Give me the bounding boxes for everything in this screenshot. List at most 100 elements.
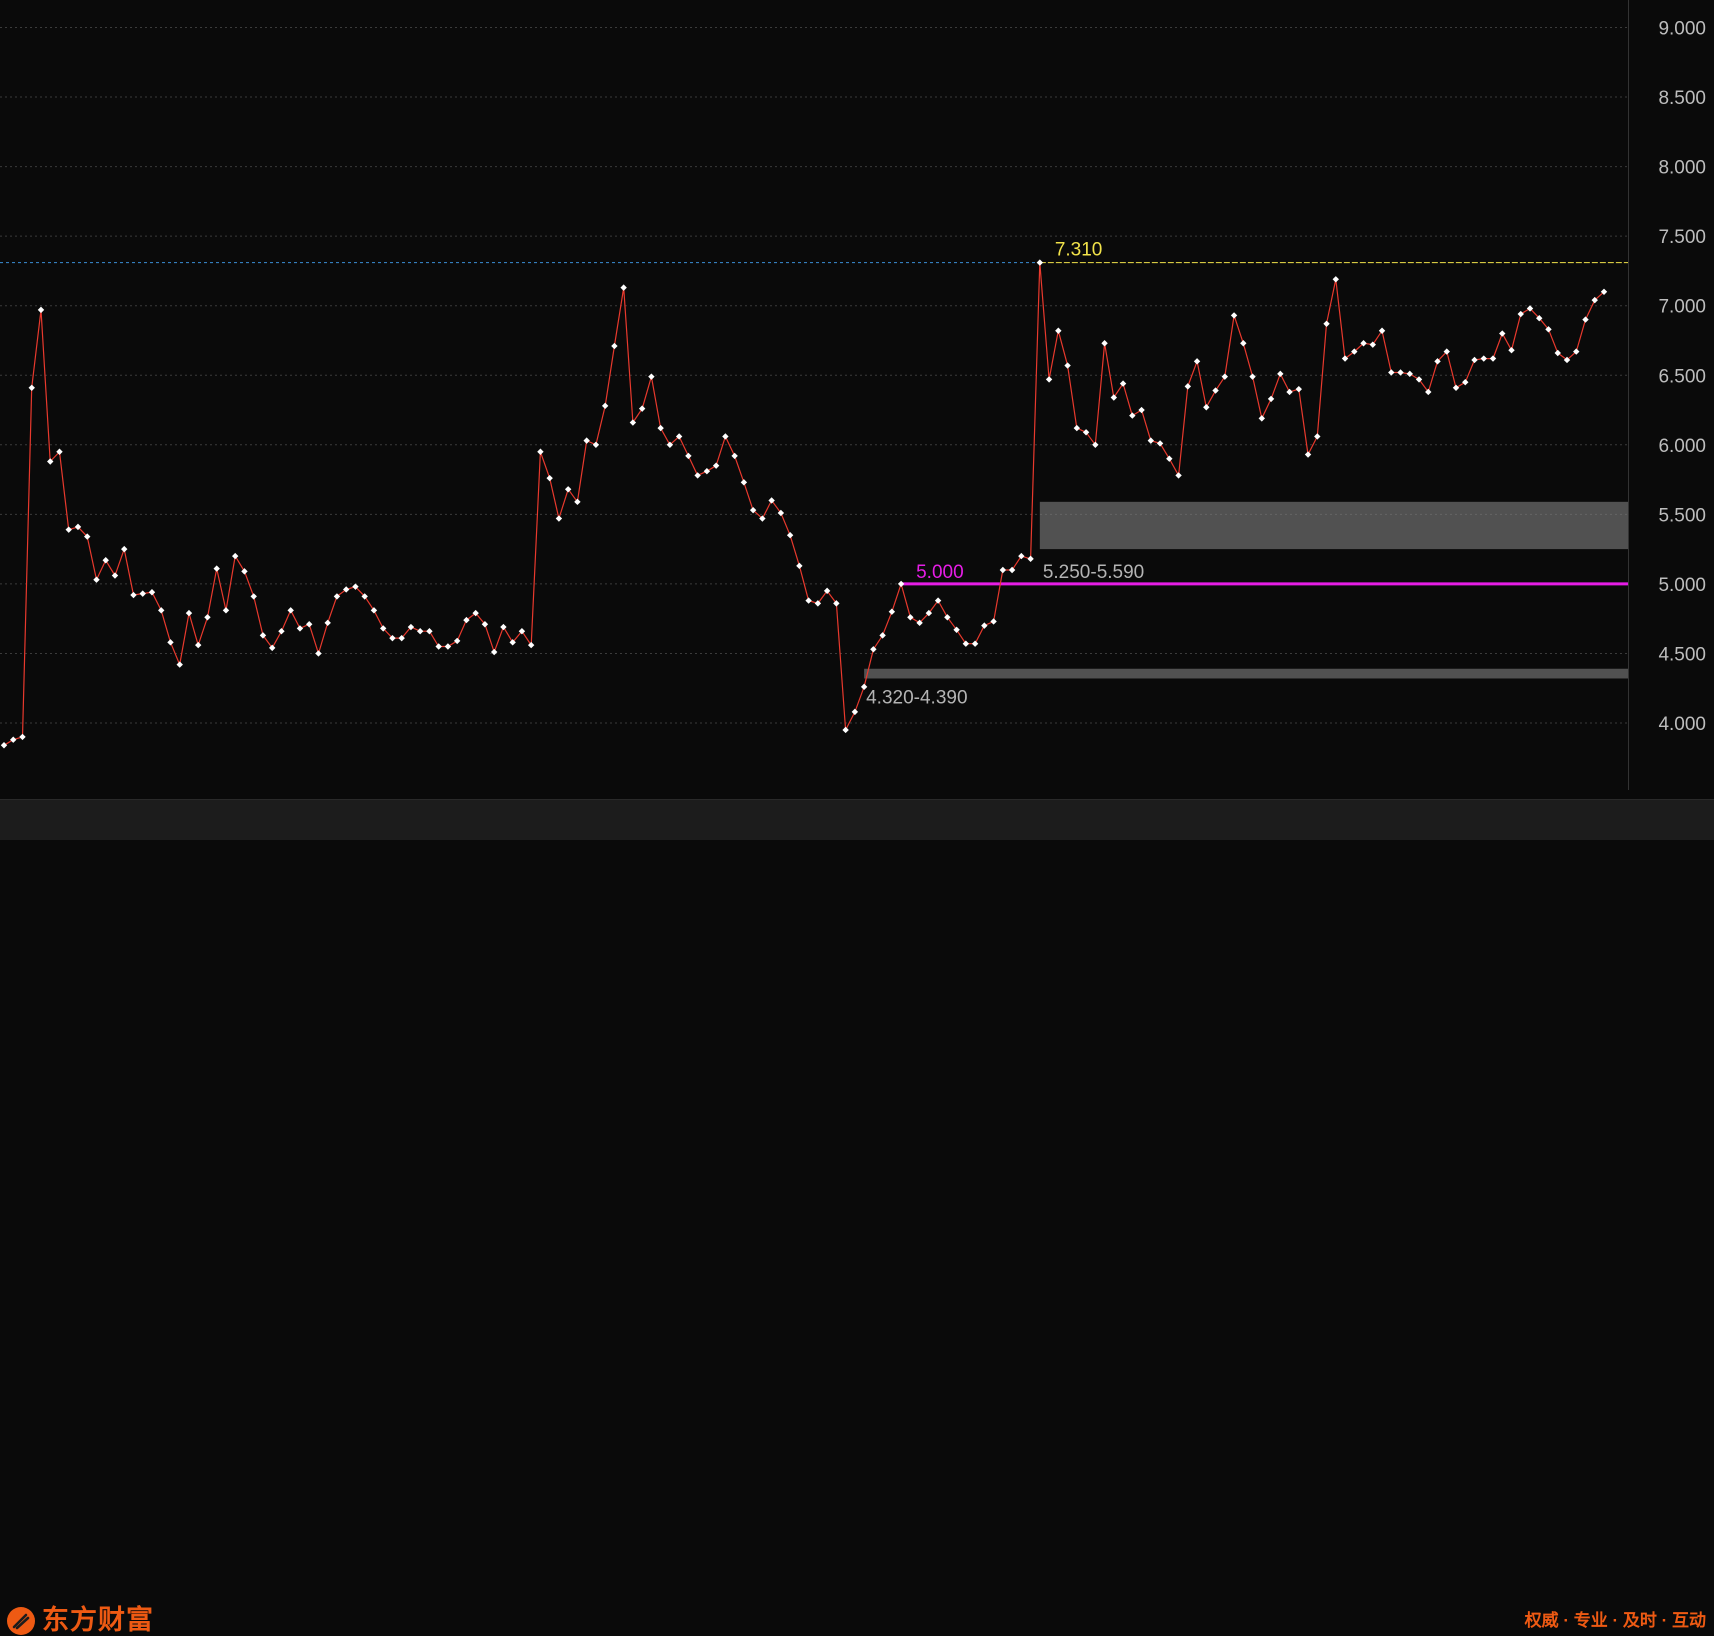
price-point <box>93 576 100 583</box>
brand-name: 东方财富 <box>42 1605 154 1635</box>
price-point <box>722 433 729 440</box>
price-point <box>1480 355 1487 362</box>
price-point <box>1138 406 1145 414</box>
price-point <box>232 552 239 560</box>
price-point <box>1508 347 1515 354</box>
price-point <box>158 607 165 614</box>
price-point <box>1277 370 1284 378</box>
price-point <box>37 306 45 314</box>
price-point <box>1027 555 1034 563</box>
grid-lines <box>0 27 1628 724</box>
price-point <box>657 424 664 432</box>
y-tick-label: 6.000 <box>1658 436 1706 457</box>
price-point <box>786 532 794 539</box>
price-point <box>1230 312 1238 319</box>
price-point <box>1129 412 1136 419</box>
price-point <box>1055 327 1062 334</box>
price-point <box>296 625 304 632</box>
price-point <box>139 590 146 597</box>
level-annotations: 7.310 5.000 5.250-5.590 4.320-4.390 <box>866 240 1144 709</box>
price-point <box>555 515 563 522</box>
price-point <box>546 474 553 482</box>
price-point <box>527 641 535 649</box>
price-point <box>416 627 424 635</box>
price-point <box>176 661 183 668</box>
price-point <box>1304 451 1312 458</box>
price-point <box>1203 404 1210 411</box>
price-point <box>28 384 35 391</box>
y-tick-label: 7.000 <box>1658 297 1706 318</box>
price-point <box>648 373 655 380</box>
price-point <box>805 597 812 604</box>
price-point <box>1184 383 1192 390</box>
price-point <box>102 557 109 564</box>
price-point <box>222 607 230 614</box>
price-point <box>601 402 609 410</box>
price-point <box>703 468 711 475</box>
y-tick-label: 5.000 <box>1658 575 1706 596</box>
price-point <box>971 640 979 647</box>
price-point <box>130 591 137 599</box>
price-point <box>1036 259 1044 266</box>
price-point <box>1323 320 1330 327</box>
price-point <box>999 566 1007 574</box>
y-tick-label: 9.000 <box>1658 19 1706 40</box>
price-point <box>1397 369 1404 376</box>
price-point <box>315 650 322 657</box>
mid-level-label: 5.000 <box>916 562 964 583</box>
price-point <box>592 441 600 448</box>
price-point <box>1110 394 1118 401</box>
price-point <box>1147 437 1155 444</box>
brand-slogan: 权威 · 专业 · 及时 · 互动 <box>1524 1611 1706 1630</box>
price-point <box>1452 384 1460 391</box>
price-point <box>426 627 433 635</box>
y-tick-label: 7.500 <box>1658 227 1706 248</box>
price-point <box>167 639 174 646</box>
price-point <box>195 641 202 649</box>
price-point <box>638 405 646 412</box>
price-point <box>1240 340 1247 347</box>
price-point <box>287 607 294 614</box>
lower-zone-band <box>864 668 1628 679</box>
price-point <box>1314 433 1321 440</box>
price-point <box>1267 395 1275 403</box>
price-point <box>1462 379 1469 386</box>
price-point <box>490 648 498 656</box>
price-point <box>213 565 220 572</box>
price-point <box>1499 330 1506 337</box>
price-point <box>1175 472 1182 479</box>
price-point <box>0 742 8 749</box>
price-point <box>1406 370 1413 378</box>
y-axis: 4.000 4.500 5.000 5.500 6.000 6.500 7.000 7.500… <box>1658 19 1706 736</box>
price-point <box>1582 316 1589 323</box>
price-point <box>444 643 452 650</box>
brand-logo-icon <box>7 1607 35 1635</box>
price-point <box>1286 388 1293 396</box>
price-point <box>500 623 507 631</box>
price-point <box>990 618 997 625</box>
y-tick-label: 6.500 <box>1658 366 1706 387</box>
y-tick-label: 5.500 <box>1658 505 1706 526</box>
upper-zone-label: 5.250-5.590 <box>1043 562 1144 583</box>
price-point <box>1045 376 1053 383</box>
price-point <box>1332 276 1339 283</box>
price-point <box>1388 369 1395 376</box>
y-tick-label: 8.000 <box>1658 158 1706 179</box>
price-zones <box>864 501 1628 679</box>
price-point <box>1064 362 1071 369</box>
price-point <box>1193 358 1201 365</box>
price-point <box>620 284 627 291</box>
price-point <box>1249 373 1256 380</box>
upper-zone-band <box>1039 501 1628 550</box>
price-point <box>796 562 803 570</box>
price-point <box>1156 440 1164 447</box>
price-point <box>888 608 896 615</box>
price-point <box>324 619 331 627</box>
price-point <box>731 452 738 460</box>
price-point <box>121 545 128 553</box>
price-point <box>907 614 914 621</box>
price-point <box>842 726 849 734</box>
price-point <box>148 589 156 596</box>
price-point <box>879 632 886 639</box>
price-point <box>1073 424 1081 432</box>
